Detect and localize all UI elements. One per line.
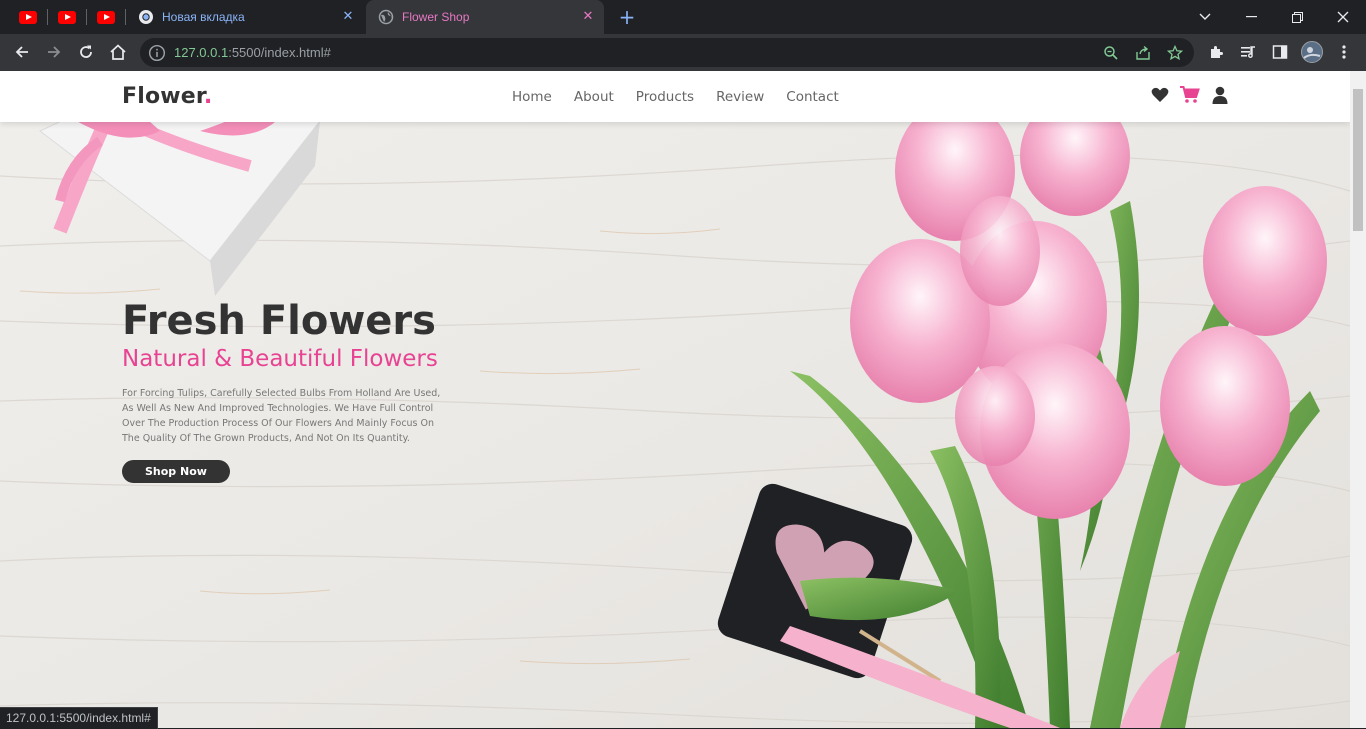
nav-home[interactable]: Home <box>512 89 552 105</box>
more-vertical-icon <box>1342 45 1346 59</box>
minimize-icon <box>1245 16 1257 18</box>
back-button[interactable] <box>8 38 36 66</box>
info-icon[interactable] <box>148 44 166 62</box>
site-logo[interactable]: Flower. <box>122 84 212 109</box>
tab-new-tab[interactable]: Новая вкладка ✕ <box>128 0 364 34</box>
hero-title: Fresh Flowers <box>122 298 436 344</box>
reload-button[interactable] <box>72 38 100 66</box>
star-icon[interactable] <box>1166 44 1184 62</box>
extensions-button[interactable] <box>1202 38 1230 66</box>
hero-description: For Forcing Tulips, Carefully Selected B… <box>122 387 441 444</box>
url-host: 127.0.0.1 <box>174 45 229 60</box>
nav-about[interactable]: About <box>574 89 614 105</box>
pinned-tab-youtube-1[interactable] <box>18 7 38 27</box>
status-bar-url: 127.0.0.1:5500/index.html# <box>0 707 158 729</box>
home-button[interactable] <box>104 38 132 66</box>
browser-tab-strip: Новая вкладка ✕ Flower Shop ✕ + <box>0 0 1366 34</box>
logo-text: Flower <box>122 84 204 109</box>
tab-flower-shop[interactable]: Flower Shop ✕ <box>366 0 604 34</box>
youtube-icon <box>19 10 37 24</box>
close-icon[interactable]: ✕ <box>580 9 596 25</box>
browser-toolbar: 127.0.0.1:5500/index.html# <box>0 34 1366 71</box>
puzzle-icon <box>1211 46 1223 58</box>
reload-icon <box>80 45 92 58</box>
address-bar[interactable]: 127.0.0.1:5500/index.html# <box>140 38 1194 67</box>
site-header: Flower. Home About Products Review Conta… <box>0 71 1350 122</box>
scrollbar-thumb[interactable] <box>1353 89 1363 231</box>
tab-divider <box>125 9 126 25</box>
menu-button[interactable] <box>1330 38 1358 66</box>
heart-icon[interactable] <box>1150 85 1170 105</box>
page-viewport: Flower. Home About Products Review Conta… <box>0 71 1350 728</box>
playlist-icon <box>1241 46 1255 58</box>
minimize-button[interactable] <box>1228 0 1274 34</box>
page-scrollbar[interactable] <box>1350 71 1366 728</box>
close-icon <box>1337 11 1349 23</box>
tab-divider <box>86 9 87 25</box>
pinned-tab-youtube-3[interactable] <box>96 7 116 27</box>
restore-button[interactable] <box>1274 0 1320 34</box>
tab-label: Flower Shop <box>402 10 470 24</box>
new-tab-button[interactable]: + <box>616 6 638 28</box>
site-nav: Home About Products Review Contact <box>512 89 861 105</box>
shop-now-button[interactable]: Shop Now <box>122 459 230 483</box>
nav-products[interactable]: Products <box>636 89 694 105</box>
url-path: :5500/index.html# <box>228 45 331 60</box>
header-icons <box>1150 85 1230 105</box>
profile-button[interactable] <box>1298 38 1326 66</box>
nav-review[interactable]: Review <box>716 89 764 105</box>
restore-icon <box>1291 11 1303 23</box>
media-control-button[interactable] <box>1234 38 1262 66</box>
hero-content: Fresh Flowers Natural & Beautiful Flower… <box>122 299 462 483</box>
hero-section: Flower. Home About Products Review Conta… <box>0 71 1350 728</box>
chrome-icon <box>139 10 153 24</box>
tab-search-button[interactable] <box>1182 0 1228 34</box>
youtube-icon <box>97 10 115 24</box>
arrow-left-icon <box>15 46 28 58</box>
nav-contact[interactable]: Contact <box>786 89 839 105</box>
side-panel-button[interactable] <box>1266 38 1294 66</box>
close-icon[interactable]: ✕ <box>340 9 356 25</box>
url-text: 127.0.0.1:5500/index.html# <box>174 45 331 60</box>
share-icon[interactable] <box>1134 44 1152 62</box>
globe-icon <box>378 9 394 25</box>
close-window-button[interactable] <box>1320 0 1366 34</box>
youtube-icon <box>58 10 76 24</box>
cart-icon[interactable] <box>1180 85 1200 105</box>
avatar <box>1301 41 1323 63</box>
side-panel-icon <box>1272 45 1288 59</box>
logo-dot: . <box>203 84 213 109</box>
forward-button[interactable] <box>40 38 68 66</box>
zoom-icon[interactable] <box>1102 44 1120 62</box>
tab-divider <box>47 9 48 25</box>
arrow-right-icon <box>48 46 61 58</box>
home-icon <box>110 44 126 60</box>
tab-label: Новая вкладка <box>162 10 245 24</box>
user-icon[interactable] <box>1210 85 1230 105</box>
hero-subtitle: Natural & Beautiful Flowers <box>122 346 438 372</box>
pinned-tab-youtube-2[interactable] <box>57 7 77 27</box>
chevron-down-icon <box>1199 13 1211 20</box>
